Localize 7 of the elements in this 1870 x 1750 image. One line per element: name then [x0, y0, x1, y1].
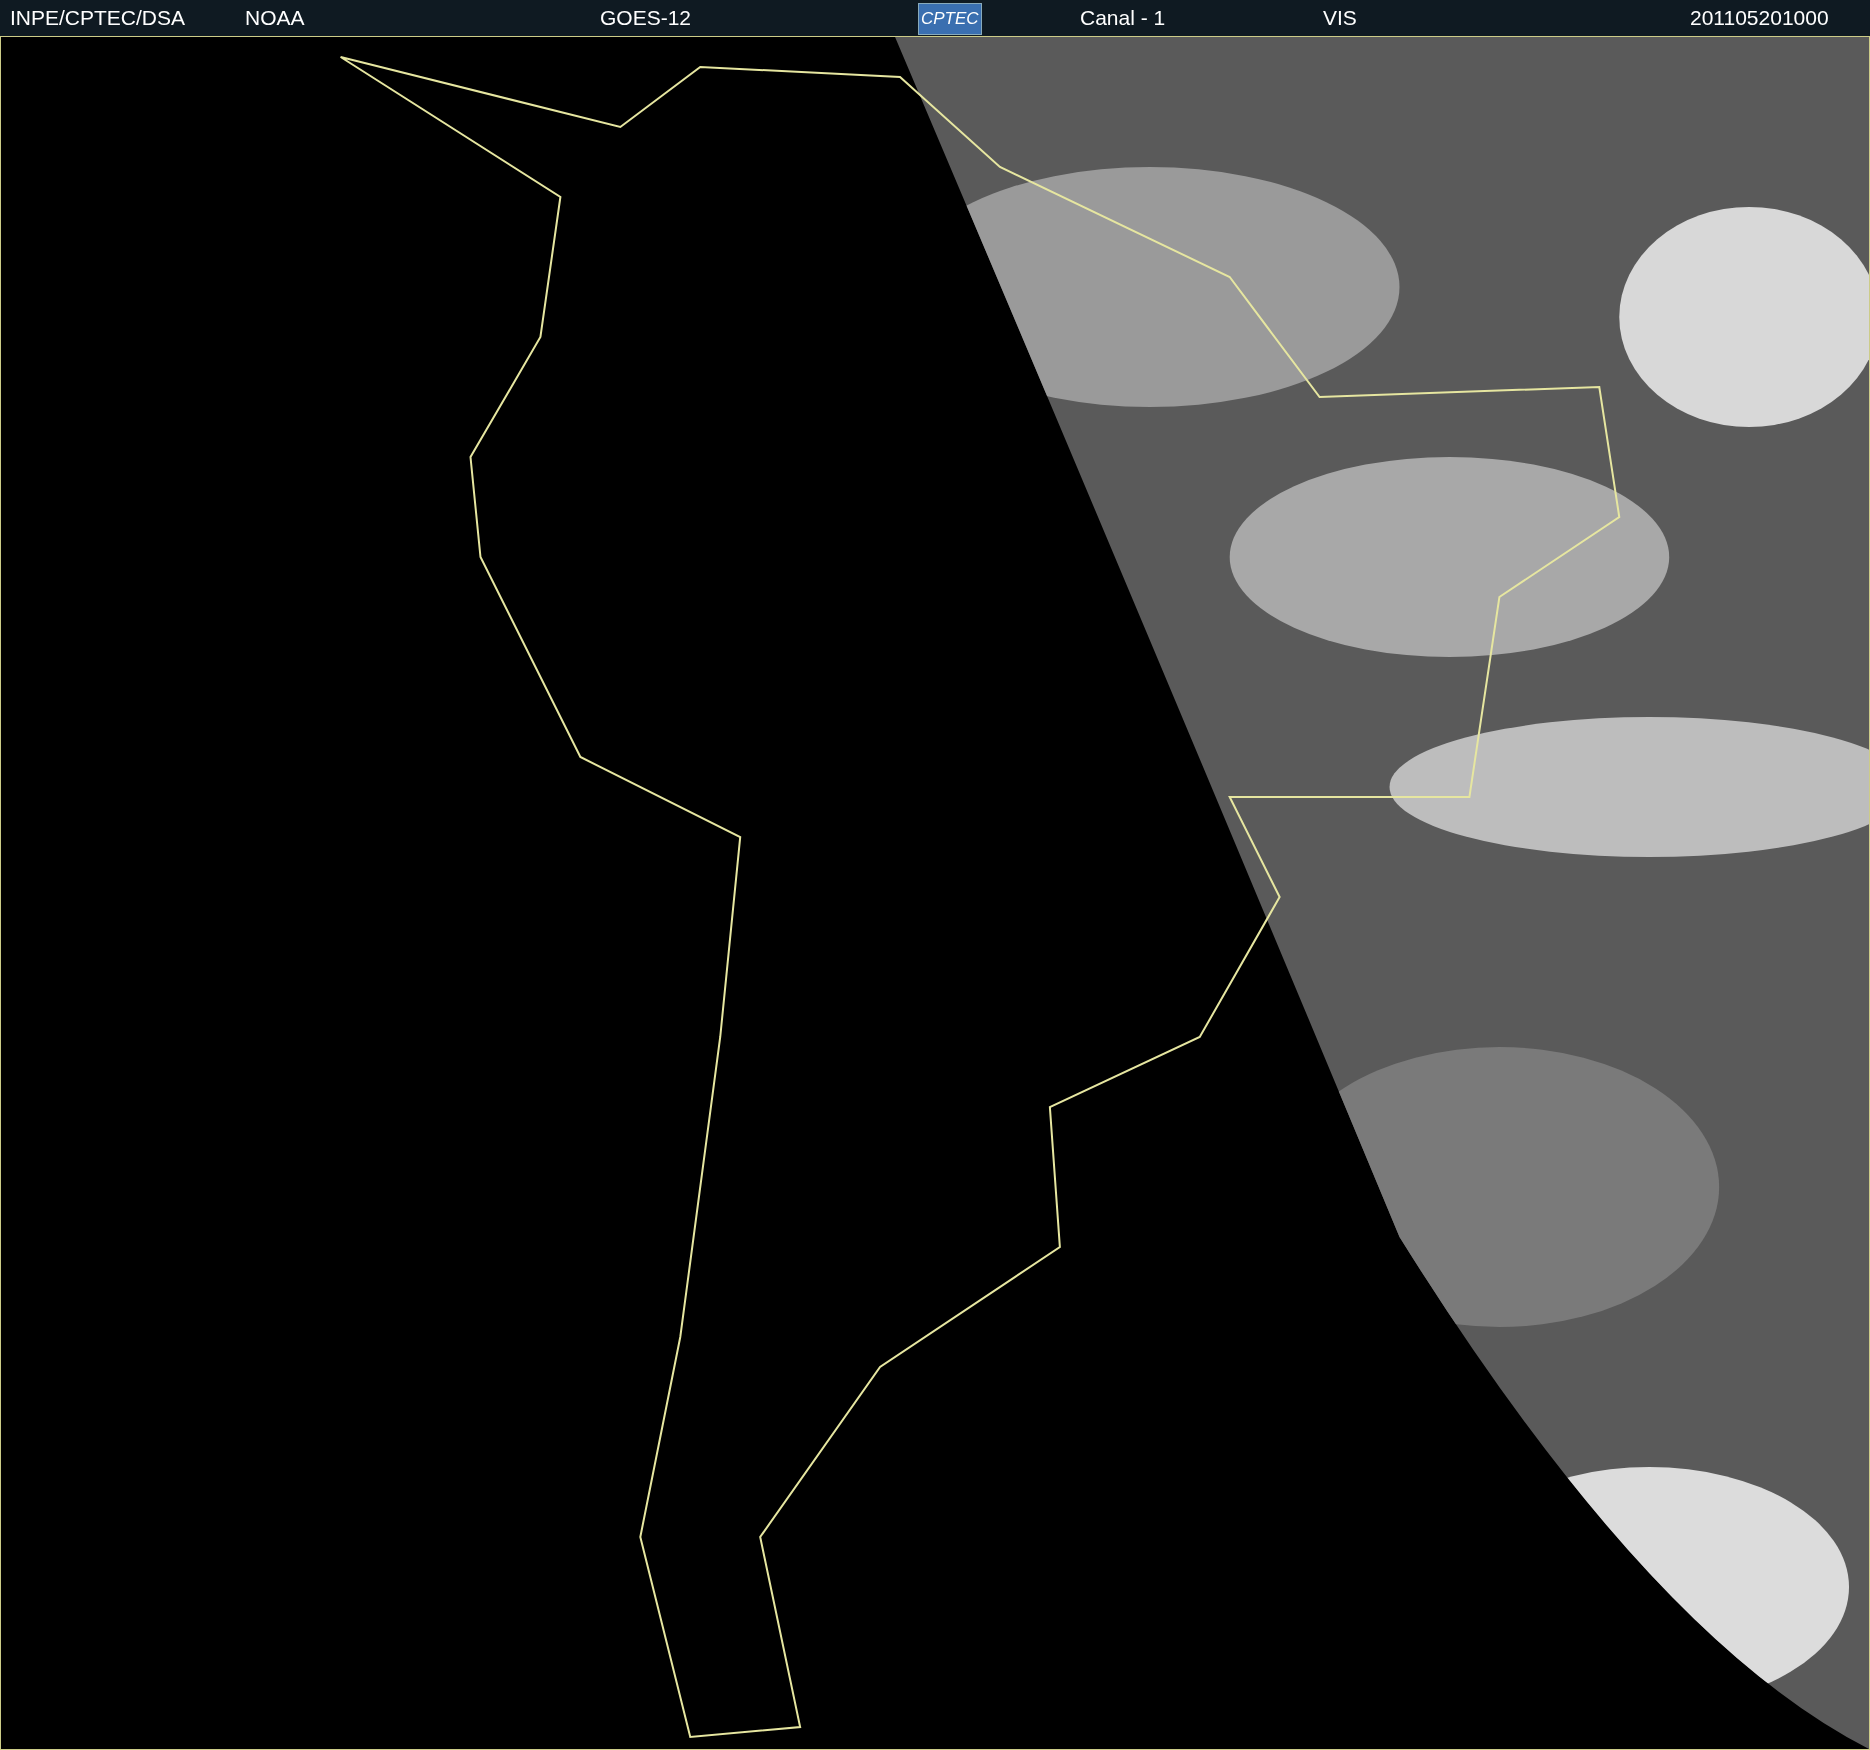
- timestamp-label: 201105201000: [1690, 6, 1829, 30]
- agency-label: NOAA: [245, 6, 305, 30]
- satellite-label: GOES-12: [600, 6, 692, 30]
- logo: CPTEC: [918, 3, 982, 35]
- band-label: VIS: [1323, 6, 1357, 30]
- source-label: INPE/CPTEC/DSA: [10, 6, 186, 30]
- channel-label: Canal - 1: [1080, 6, 1166, 30]
